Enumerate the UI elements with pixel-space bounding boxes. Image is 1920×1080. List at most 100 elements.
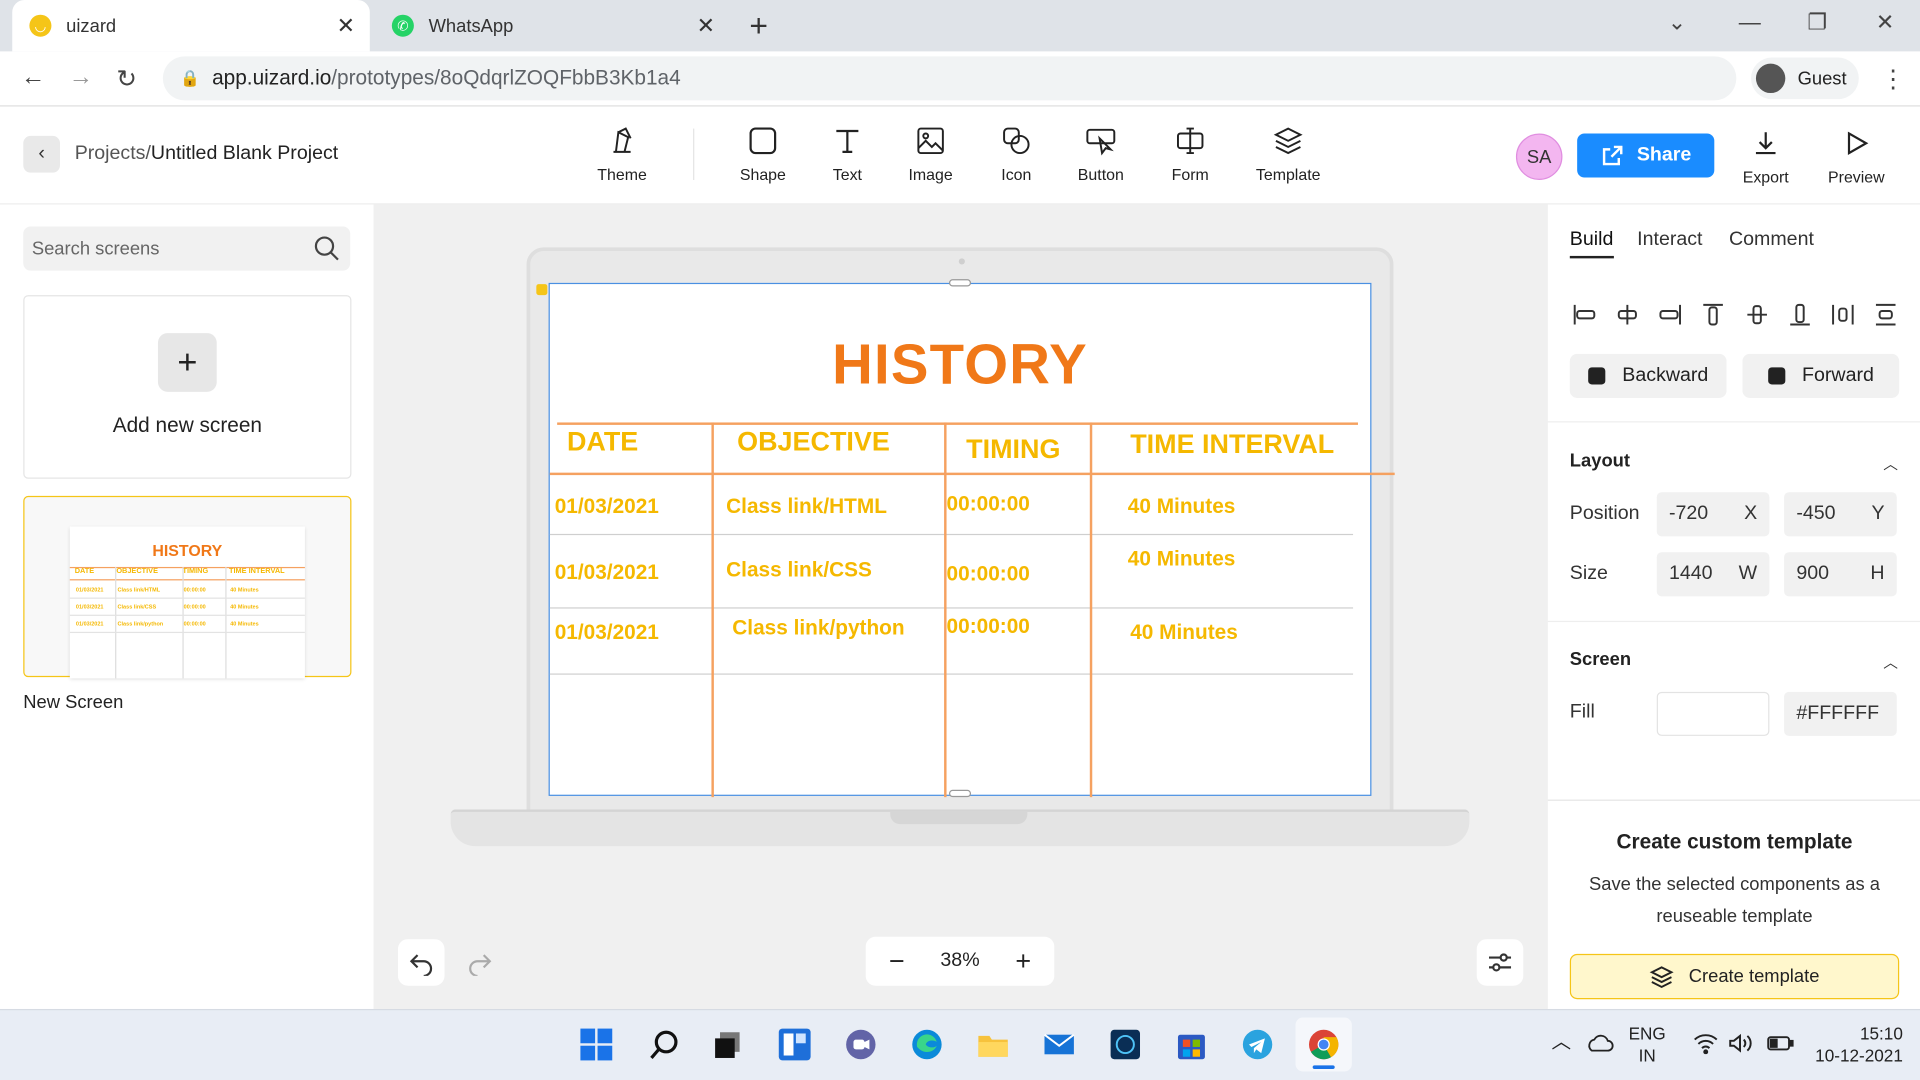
project-name[interactable]: Untitled Blank Project [151, 143, 338, 164]
chevron-up-icon[interactable]: ︿ [1551, 1032, 1571, 1054]
canvas-settings-button[interactable] [1476, 939, 1524, 986]
align-right-icon[interactable] [1656, 300, 1685, 329]
back-arrow-icon[interactable]: ← [21, 64, 45, 92]
volume-icon[interactable] [1727, 1032, 1754, 1059]
avatar[interactable]: SA [1515, 133, 1563, 181]
tab-uizard[interactable]: ◡ uizard ✕ [12, 0, 370, 52]
table-cell[interactable]: 01/03/2021 [555, 561, 659, 585]
canvas[interactable]: HISTORY DATE OBJECTIVE TIMING TIME INTERVAL… [373, 204, 1547, 1009]
chevron-up-icon[interactable]: ︿ [1883, 651, 1898, 672]
table-cell[interactable]: 40 Minutes [1128, 547, 1236, 571]
align-left-icon[interactable] [1570, 300, 1599, 329]
position-x-field[interactable]: -720 X [1656, 492, 1770, 537]
battery-icon[interactable] [1766, 1032, 1795, 1059]
widgets-icon[interactable] [776, 1026, 813, 1063]
minimize-icon[interactable]: — [1739, 10, 1761, 36]
undo-button[interactable] [397, 939, 445, 986]
reload-icon[interactable]: ↻ [116, 64, 137, 95]
screen-name[interactable]: New Screen [23, 692, 123, 713]
clock[interactable]: 15:10 10-12-2021 [1810, 1022, 1903, 1066]
task-view-icon[interactable] [710, 1026, 747, 1063]
browser-menu-icon[interactable]: ⋮ [1881, 64, 1905, 95]
dell-app-icon[interactable] [1107, 1026, 1144, 1063]
table-header-cell[interactable]: DATE [567, 426, 638, 458]
align-center-horizontal-icon[interactable] [1613, 300, 1642, 329]
align-middle-icon[interactable] [1742, 300, 1771, 329]
file-explorer-icon[interactable] [975, 1026, 1012, 1063]
windows-start-icon[interactable] [578, 1026, 615, 1063]
onedrive-cloud-icon[interactable] [1585, 1032, 1614, 1059]
chevron-up-icon[interactable]: ︿ [1883, 453, 1898, 474]
width-field[interactable]: 1440 W [1656, 552, 1770, 597]
teams-chat-icon[interactable] [842, 1026, 879, 1063]
table-cell[interactable]: 01/03/2021 [555, 621, 659, 645]
table-cell[interactable]: 00:00:00 [947, 562, 1030, 586]
table-cell[interactable]: 40 Minutes [1128, 495, 1236, 519]
screen-thumbnail[interactable]: HISTORY DATE OBJECTIVE TIMING TIME INTERVAL… [23, 495, 352, 679]
chrome-icon[interactable] [1295, 1017, 1352, 1072]
search-icon[interactable] [647, 1026, 684, 1063]
close-tab-icon[interactable]: ✕ [337, 13, 355, 39]
text-tool[interactable]: Text [804, 124, 890, 184]
tab-comment[interactable]: Comment [1729, 229, 1814, 251]
preview-button[interactable]: Preview [1813, 126, 1899, 186]
position-y-field[interactable]: -450 Y [1784, 492, 1897, 537]
search-screens-field[interactable]: Search screens [23, 226, 351, 271]
table-cell[interactable]: Class link/python [732, 616, 904, 640]
image-tool[interactable]: Image [888, 124, 974, 184]
form-tool[interactable]: Form [1147, 124, 1233, 184]
mail-icon[interactable] [1041, 1026, 1078, 1063]
profile-button[interactable]: Guest [1751, 57, 1859, 100]
resize-handle-bottom[interactable] [948, 789, 972, 798]
export-button[interactable]: Export [1723, 126, 1809, 186]
table-cell[interactable]: 00:00:00 [947, 615, 1030, 639]
share-button[interactable]: Share [1577, 133, 1715, 178]
table-header-cell[interactable]: TIME INTERVAL [1130, 429, 1334, 461]
close-tab-icon[interactable]: ✕ [697, 13, 715, 39]
forward-arrow-icon[interactable]: → [69, 64, 93, 92]
table-cell[interactable]: 00:00:00 [947, 492, 1030, 516]
restore-icon[interactable]: ❐ [1807, 10, 1827, 36]
icon-tool[interactable]: Icon [973, 124, 1059, 184]
table-header-cell[interactable]: TIMING [966, 433, 1060, 465]
distribute-vertical-icon[interactable] [1871, 300, 1900, 329]
table-cell[interactable]: Class link/HTML [726, 495, 887, 519]
microsoft-store-icon[interactable] [1173, 1026, 1210, 1063]
artboard-screen[interactable]: HISTORY DATE OBJECTIVE TIMING TIME INTERVAL… [548, 282, 1395, 798]
table-cell[interactable]: 01/03/2021 [555, 495, 659, 519]
send-backward-button[interactable]: Backward [1569, 353, 1727, 398]
template-tool[interactable]: Template [1245, 124, 1331, 184]
selection-marker-icon[interactable] [536, 284, 548, 296]
align-bottom-icon[interactable] [1785, 300, 1814, 329]
tab-whatsapp[interactable]: ✆ WhatsApp ✕ [375, 0, 730, 51]
add-screen-card[interactable]: + Add new screen [23, 295, 352, 479]
table-cell[interactable]: Class link/CSS [726, 558, 872, 582]
zoom-out-button[interactable]: − [878, 945, 915, 977]
height-field[interactable]: 900 H [1784, 552, 1897, 597]
new-tab-icon[interactable]: + [749, 7, 768, 45]
redo-button[interactable] [457, 939, 504, 986]
url-field[interactable]: 🔒 app.uizard.io/prototypes/8oQdqrlZOQFbb… [162, 56, 1737, 101]
table-cell[interactable]: 40 Minutes [1130, 621, 1238, 645]
language-indicator[interactable]: ENG IN [1629, 1022, 1666, 1066]
breadcrumb-projects[interactable]: Projects [75, 143, 146, 164]
create-template-button[interactable]: Create template [1569, 953, 1900, 1000]
history-title[interactable]: HISTORY [550, 331, 1370, 397]
tab-interact[interactable]: Interact [1637, 229, 1702, 251]
distribute-horizontal-icon[interactable] [1828, 300, 1857, 329]
back-button[interactable]: ‹ [23, 135, 61, 173]
telegram-icon[interactable] [1239, 1026, 1276, 1063]
tab-build[interactable]: Build [1569, 229, 1614, 259]
button-tool[interactable]: Button [1058, 124, 1144, 184]
fill-hex-field[interactable]: #FFFFFF [1784, 691, 1897, 736]
close-window-icon[interactable]: ✕ [1876, 10, 1894, 36]
theme-tool[interactable]: Theme [579, 124, 665, 184]
shape-tool[interactable]: Shape [720, 124, 806, 184]
fill-color-swatch[interactable] [1656, 691, 1770, 736]
edge-browser-icon[interactable] [909, 1026, 946, 1063]
bring-forward-button[interactable]: Forward [1742, 353, 1900, 398]
tab-search-icon[interactable]: ⌄ [1668, 10, 1686, 36]
zoom-in-button[interactable]: + [1005, 945, 1042, 977]
resize-handle-top[interactable] [948, 279, 972, 287]
align-top-icon[interactable] [1699, 300, 1728, 329]
